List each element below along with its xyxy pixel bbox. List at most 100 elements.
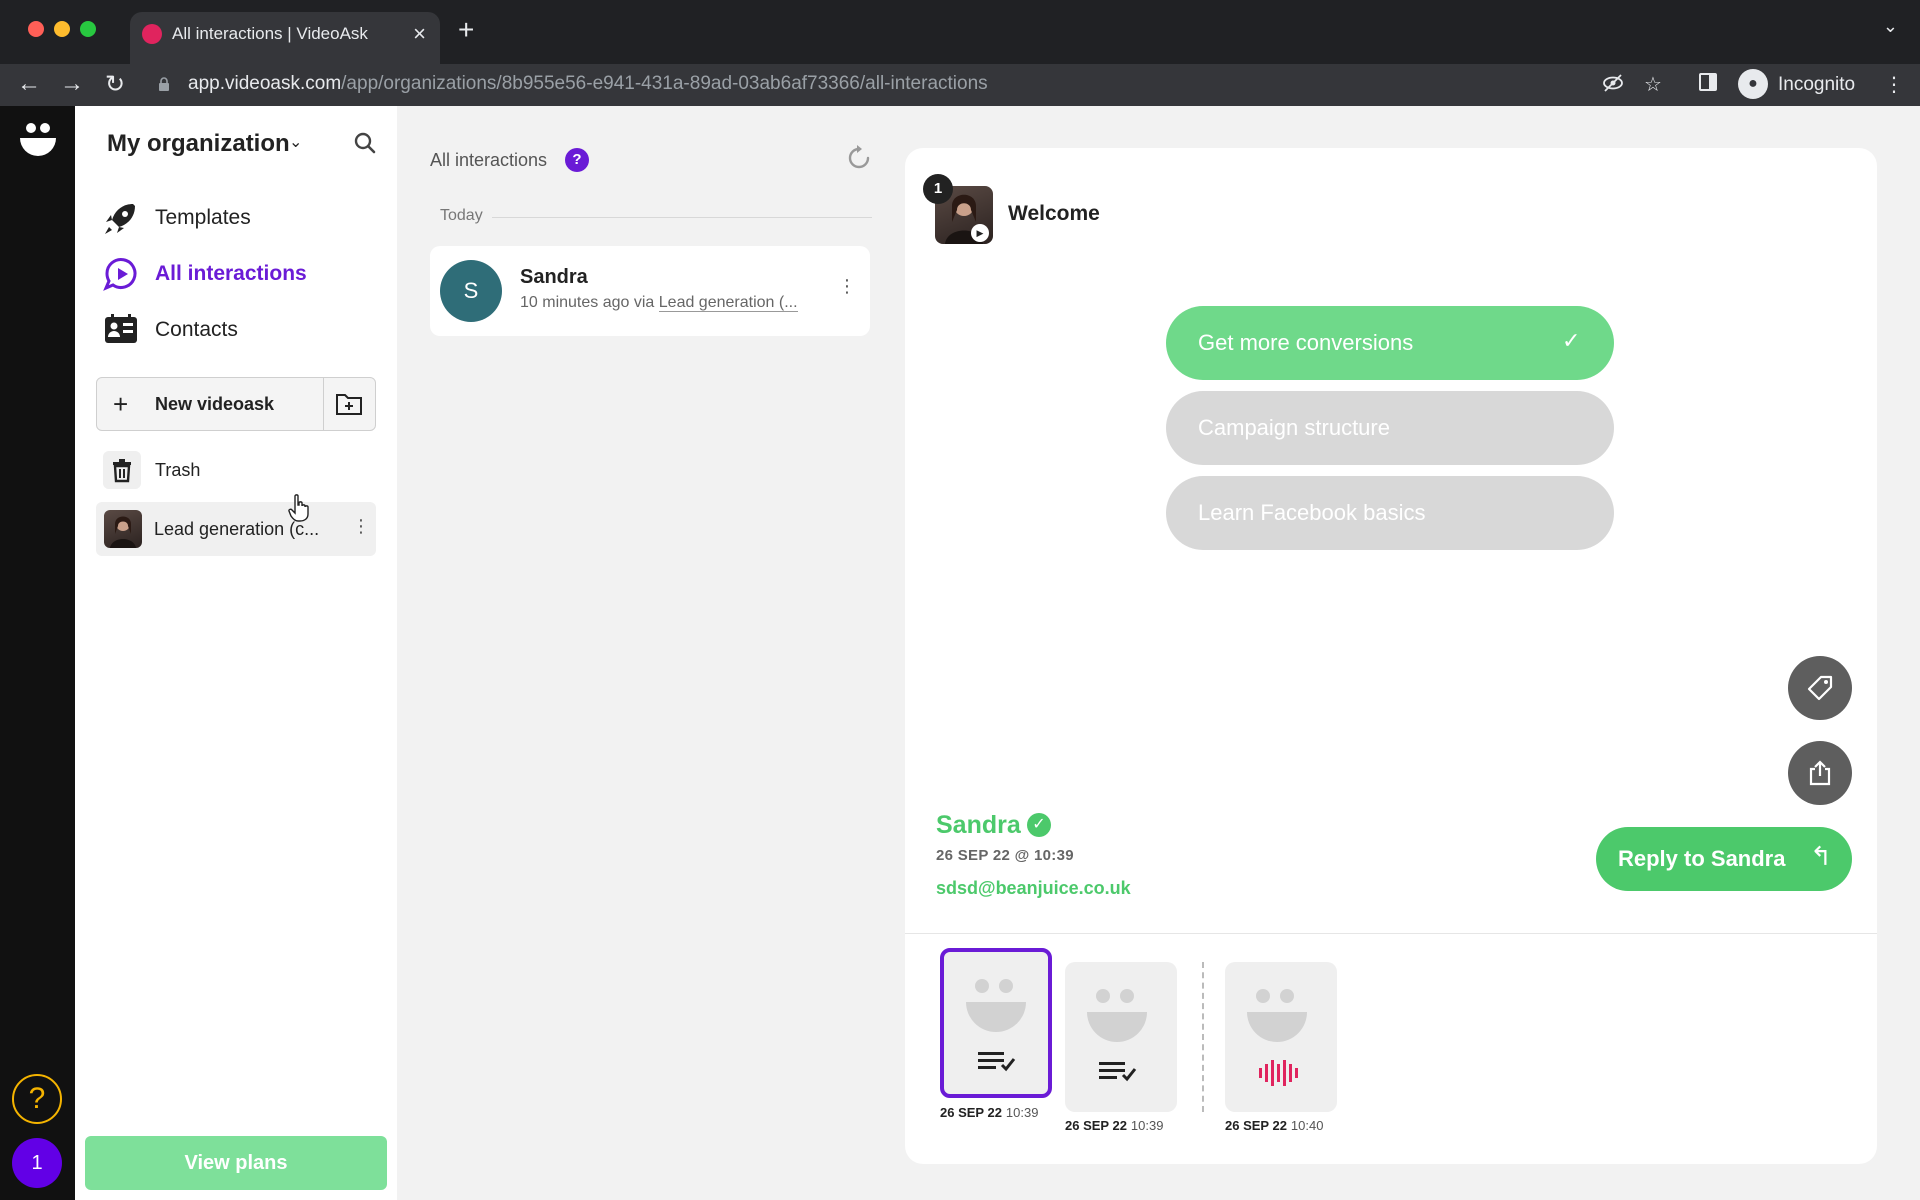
account-avatar[interactable]: 1 bbox=[12, 1138, 62, 1188]
sidebar: My organization ⌄ Templates All interact… bbox=[75, 106, 397, 1200]
browser-tab-bar: All interactions | VideoAsk × + ⌄ bbox=[0, 0, 1920, 64]
tag-button[interactable] bbox=[1788, 656, 1852, 720]
interaction-source-link[interactable]: Lead generation (... bbox=[658, 294, 798, 312]
hand-cursor-icon bbox=[288, 494, 309, 522]
tab-search-chevron-icon[interactable]: ⌄ bbox=[1883, 16, 1898, 37]
interaction-card[interactable]: S Sandra 10 minutes ago via Lead generat… bbox=[430, 246, 870, 336]
timeline-item-selected[interactable] bbox=[940, 948, 1052, 1098]
step-title: Welcome bbox=[1008, 202, 1100, 225]
interaction-detail-panel: 1 ▶ Welcome Get more conversions ✓ Campa… bbox=[905, 148, 1877, 1164]
folder-label: Lead generation (c... bbox=[154, 519, 320, 539]
browser-menu-icon[interactable]: ⋮ bbox=[1884, 72, 1904, 97]
trash-label: Trash bbox=[155, 460, 201, 480]
respondent-datetime: 26 SEP 22 @ 10:39 bbox=[936, 847, 1074, 864]
incognito-icon: ● bbox=[1738, 69, 1768, 99]
help-question-icon[interactable]: ? bbox=[565, 148, 589, 172]
eye-off-icon[interactable] bbox=[1602, 72, 1624, 100]
forward-icon[interactable]: → bbox=[57, 70, 87, 98]
trash-icon bbox=[103, 451, 141, 489]
lock-icon bbox=[159, 77, 169, 91]
org-name[interactable]: My organization bbox=[107, 130, 290, 158]
share-button[interactable] bbox=[1788, 741, 1852, 805]
folder-thumbnail bbox=[104, 510, 142, 548]
incognito-label: Incognito bbox=[1778, 74, 1856, 95]
back-icon[interactable]: ← bbox=[14, 70, 44, 98]
choice-option: Learn Facebook basics bbox=[1166, 476, 1614, 550]
sidebar-item-contacts[interactable]: Contacts bbox=[103, 310, 383, 350]
choice-option: Campaign structure bbox=[1166, 391, 1614, 465]
timeline-date: 26 SEP 22 10:40 bbox=[1225, 1118, 1324, 1133]
search-icon[interactable] bbox=[352, 130, 378, 156]
timeline-item[interactable] bbox=[1065, 962, 1177, 1112]
browser-address-bar: ← → ↻ app.videoask.com/app/organizations… bbox=[0, 64, 1920, 106]
refresh-icon[interactable] bbox=[845, 144, 873, 172]
close-window-button[interactable] bbox=[28, 21, 44, 37]
videoask-app: ? 1 My organization ⌄ Templates All inte… bbox=[0, 106, 1920, 1200]
maximize-window-button[interactable] bbox=[80, 21, 96, 37]
interaction-meta: 10 minutes ago via Lead generation (... bbox=[520, 294, 798, 312]
interaction-time: 10 minutes ago via bbox=[520, 294, 655, 311]
interactions-list-panel: All interactions ? Today S Sandra 10 min… bbox=[397, 106, 877, 1200]
browser-tab-active[interactable]: All interactions | VideoAsk × bbox=[130, 12, 440, 64]
respondent-email-link[interactable]: sdsd@beanjuice.co.uk bbox=[936, 878, 1131, 899]
more-options-icon[interactable]: ⋮ bbox=[838, 276, 856, 297]
timeline-separator bbox=[1202, 962, 1204, 1112]
sidebar-item-label: All interactions bbox=[155, 262, 307, 285]
minimize-window-button[interactable] bbox=[54, 21, 70, 37]
new-videoask-button[interactable]: + New videoask bbox=[96, 377, 376, 431]
url-field[interactable]: app.videoask.com/app/organizations/8b955… bbox=[188, 73, 988, 95]
choice-option-selected: Get more conversions ✓ bbox=[1166, 306, 1614, 380]
tab-close-icon[interactable]: × bbox=[413, 21, 426, 47]
side-panel-icon[interactable] bbox=[1698, 72, 1718, 98]
new-tab-button[interactable]: + bbox=[458, 14, 474, 46]
reload-icon[interactable]: ↻ bbox=[100, 70, 130, 99]
choice-response-icon bbox=[1087, 989, 1147, 1082]
group-divider bbox=[492, 217, 872, 218]
group-label-today: Today bbox=[440, 207, 483, 224]
step-number-badge: 1 bbox=[923, 174, 953, 204]
chevron-down-icon[interactable]: ⌄ bbox=[289, 132, 302, 152]
sidebar-item-all-interactions[interactable]: All interactions bbox=[103, 254, 383, 294]
sidebar-item-trash[interactable]: Trash bbox=[103, 451, 373, 489]
incognito-profile-button[interactable]: ● Incognito bbox=[1738, 69, 1864, 101]
respondent-name: Sandra bbox=[936, 811, 1021, 839]
bookmark-star-icon[interactable]: ☆ bbox=[1644, 72, 1662, 97]
more-options-icon[interactable]: ⋮ bbox=[352, 516, 370, 537]
new-folder-icon[interactable] bbox=[335, 391, 363, 417]
interactions-icon bbox=[103, 258, 137, 291]
left-rail: ? 1 bbox=[0, 106, 75, 1200]
plus-icon: + bbox=[113, 389, 129, 419]
timeline-item[interactable] bbox=[1225, 962, 1337, 1112]
help-button[interactable]: ? bbox=[12, 1074, 62, 1124]
share-icon bbox=[1809, 760, 1831, 786]
choice-label: Get more conversions bbox=[1198, 330, 1414, 355]
videoask-logo-icon[interactable] bbox=[18, 120, 58, 164]
timeline-divider bbox=[905, 933, 1877, 934]
reply-label: Reply to Sandra bbox=[1618, 846, 1786, 871]
contact-avatar: S bbox=[440, 260, 502, 322]
choice-label: Learn Facebook basics bbox=[1198, 500, 1426, 525]
videoask-favicon-icon bbox=[142, 24, 162, 44]
choice-label: Campaign structure bbox=[1198, 415, 1390, 440]
reply-button[interactable]: Reply to Sandra ↰ bbox=[1596, 827, 1852, 891]
rocket-icon bbox=[105, 204, 135, 234]
sidebar-item-lead-generation[interactable]: Lead generation (c... ⋮ bbox=[96, 502, 376, 556]
button-divider bbox=[323, 378, 324, 430]
view-plans-button[interactable]: View plans bbox=[85, 1136, 387, 1190]
play-icon[interactable]: ▶ bbox=[971, 224, 989, 242]
choice-response-icon bbox=[966, 979, 1026, 1072]
timeline-date: 26 SEP 22 10:39 bbox=[940, 1105, 1039, 1120]
new-videoask-label: New videoask bbox=[155, 394, 275, 414]
timeline-date: 26 SEP 22 10:39 bbox=[1065, 1118, 1164, 1133]
sidebar-item-templates[interactable]: Templates bbox=[103, 198, 383, 238]
reply-arrow-icon: ↰ bbox=[1810, 841, 1832, 871]
verified-check-icon: ✓ bbox=[1027, 813, 1051, 837]
list-title: All interactions bbox=[430, 150, 548, 170]
sidebar-item-label: Templates bbox=[155, 206, 251, 229]
sidebar-item-label: Contacts bbox=[155, 318, 238, 341]
contact-name: Sandra bbox=[520, 266, 588, 288]
tag-icon bbox=[1807, 675, 1833, 701]
tab-title: All interactions | VideoAsk bbox=[172, 24, 368, 43]
checkmark-icon: ✓ bbox=[1562, 328, 1581, 353]
audio-response-icon bbox=[1247, 989, 1307, 1086]
